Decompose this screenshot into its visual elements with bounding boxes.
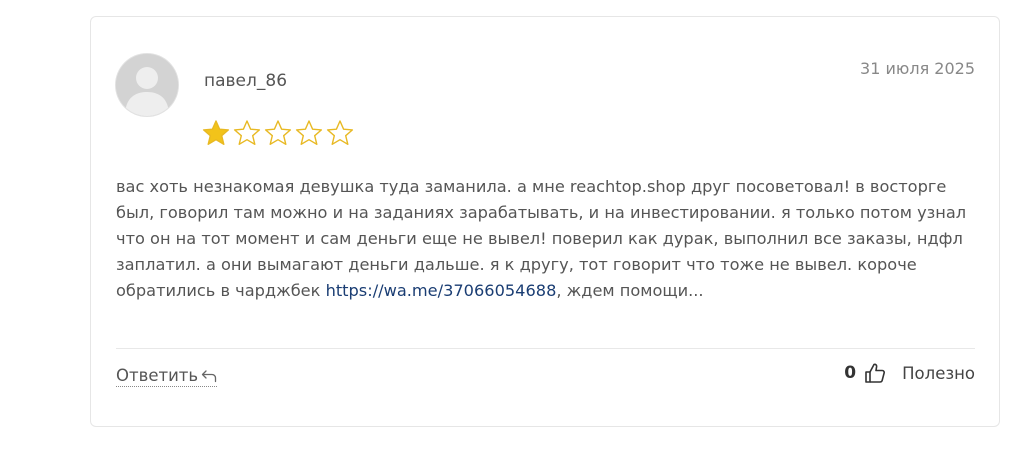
divider	[116, 348, 975, 349]
star-filled-icon	[202, 119, 230, 147]
thumbs-up-icon[interactable]	[864, 362, 886, 384]
reply-label: Ответить	[116, 366, 199, 385]
helpful-label[interactable]: Полезно	[902, 364, 975, 383]
star-empty-icon	[264, 119, 292, 147]
reply-arrow-icon	[201, 369, 217, 383]
review-text: вас хоть незнакомая девушка туда заманил…	[116, 174, 976, 304]
review-author: павел_86	[204, 71, 288, 91]
avatar	[116, 54, 178, 116]
review-link[interactable]: https://wa.me/37066054688	[326, 281, 557, 300]
star-empty-icon	[326, 119, 354, 147]
review-text-part-2: , ждем помощи...	[556, 281, 704, 300]
review-card: павел_86 31 июля 2025 вас хоть незнакома…	[90, 16, 1000, 427]
star-empty-icon	[233, 119, 261, 147]
helpful-section: 0 Полезно	[844, 362, 975, 384]
reply-button[interactable]: Ответить	[116, 366, 218, 387]
rating-stars	[202, 119, 354, 147]
star-empty-icon	[295, 119, 323, 147]
review-date: 31 июля 2025	[860, 59, 975, 78]
like-count: 0	[844, 363, 857, 383]
